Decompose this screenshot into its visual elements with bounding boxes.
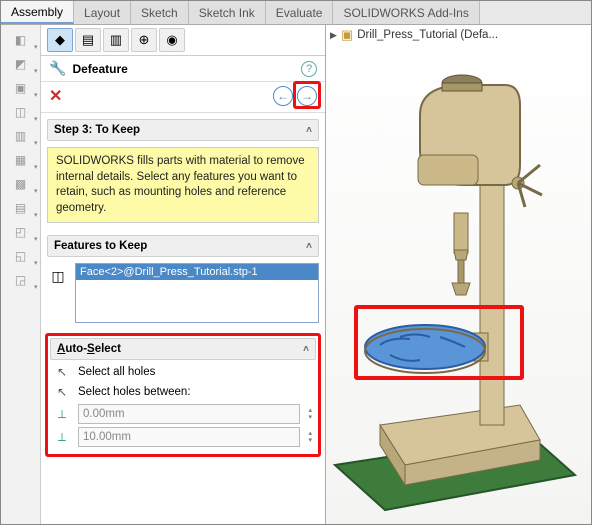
- face-icon: ◫: [47, 265, 69, 287]
- drill-press-model[interactable]: [330, 45, 580, 524]
- max-spinner[interactable]: ▴▾: [308, 430, 312, 444]
- property-manager: ◆ ▤ ▥ ⊕ ◉ 🔧 Defeature ? ✕ ← → Step 3: To…: [41, 25, 326, 524]
- chevron-up-icon: ˄: [303, 344, 309, 355]
- chevron-up-icon: ˄: [306, 125, 312, 136]
- tool-9[interactable]: ◰: [6, 221, 36, 243]
- pm-tab-target[interactable]: ⊕: [131, 28, 157, 52]
- tool-10[interactable]: ◱: [6, 245, 36, 267]
- features-title: Features to Keep: [54, 240, 147, 252]
- min-dim-icon: ⟂: [54, 407, 70, 422]
- highlight-auto-select: Auto-Select ˄ ↖ Select all holes ↖ Selec…: [45, 333, 321, 457]
- min-hole-input[interactable]: [78, 404, 300, 424]
- tool-4[interactable]: ◫: [6, 101, 36, 123]
- panel-title: Defeature: [72, 62, 301, 76]
- tool-3[interactable]: ▣: [6, 77, 36, 99]
- pm-tab-display[interactable]: ▥: [103, 28, 129, 52]
- feature-item[interactable]: Face<2>@Drill_Press_Tutorial.stp-1: [76, 264, 318, 280]
- tab-evaluate[interactable]: Evaluate: [266, 1, 334, 24]
- step-title: Step 3: To Keep: [54, 124, 140, 136]
- select-all-holes-button[interactable]: Select all holes: [78, 366, 155, 378]
- auto-select-header[interactable]: Auto-Select ˄: [50, 338, 316, 360]
- assembly-name: Drill_Press_Tutorial (Defa...: [357, 29, 498, 41]
- select-holes-between-button[interactable]: Select holes between:: [78, 386, 191, 398]
- tab-addins[interactable]: SOLIDWORKS Add-Ins: [333, 1, 479, 24]
- tool-5[interactable]: ▥: [6, 125, 36, 147]
- cancel-button[interactable]: ✕: [49, 86, 62, 106]
- tool-8[interactable]: ▤: [6, 197, 36, 219]
- tool-1[interactable]: ◧: [6, 29, 36, 51]
- features-header[interactable]: Features to Keep ˄: [47, 235, 319, 257]
- features-list[interactable]: Face<2>@Drill_Press_Tutorial.stp-1: [75, 263, 319, 323]
- step-info-text: SOLIDWORKS fills parts with material to …: [47, 147, 319, 223]
- auto-select-title: Auto-Select: [57, 343, 121, 355]
- step-header[interactable]: Step 3: To Keep ˄: [47, 119, 319, 141]
- cursor-icon: ↖: [54, 384, 70, 400]
- left-toolbar: ◧ ◩ ▣ ◫ ▥ ▦ ▩ ▤ ◰ ◱ ◲: [1, 25, 41, 524]
- expand-icon[interactable]: ▶: [330, 30, 337, 41]
- pm-tab-feature[interactable]: ◆: [47, 28, 73, 52]
- tool-6[interactable]: ▦: [6, 149, 36, 171]
- help-icon[interactable]: ?: [301, 61, 317, 77]
- tool-2[interactable]: ◩: [6, 53, 36, 75]
- tool-7[interactable]: ▩: [6, 173, 36, 195]
- min-spinner[interactable]: ▴▾: [308, 407, 312, 421]
- next-step-button[interactable]: →: [297, 86, 317, 106]
- defeature-icon: 🔧: [49, 60, 66, 77]
- max-dim-icon: ⟂: [54, 430, 70, 445]
- panel-tab-icons: ◆ ▤ ▥ ⊕ ◉: [41, 25, 325, 56]
- pm-tab-config[interactable]: ▤: [75, 28, 101, 52]
- assembly-icon: ▣: [341, 27, 353, 43]
- prev-step-button[interactable]: ←: [273, 86, 293, 106]
- tab-layout[interactable]: Layout: [74, 1, 131, 24]
- chevron-up-icon: ˄: [306, 241, 312, 252]
- tool-11[interactable]: ◲: [6, 269, 36, 291]
- cursor-icon: ↖: [54, 364, 70, 380]
- tab-sketch[interactable]: Sketch: [131, 1, 189, 24]
- flyout-tree[interactable]: ▶ ▣ Drill_Press_Tutorial (Defa...: [330, 27, 498, 43]
- tab-assembly[interactable]: Assembly: [1, 1, 74, 24]
- command-tab-bar: Assembly Layout Sketch Sketch Ink Evalua…: [1, 1, 591, 25]
- max-hole-input[interactable]: [78, 427, 300, 447]
- tab-sketch-ink[interactable]: Sketch Ink: [189, 1, 266, 24]
- graphics-viewport[interactable]: ▶ ▣ Drill_Press_Tutorial (Defa...: [326, 25, 591, 524]
- pm-tab-appearance[interactable]: ◉: [159, 28, 185, 52]
